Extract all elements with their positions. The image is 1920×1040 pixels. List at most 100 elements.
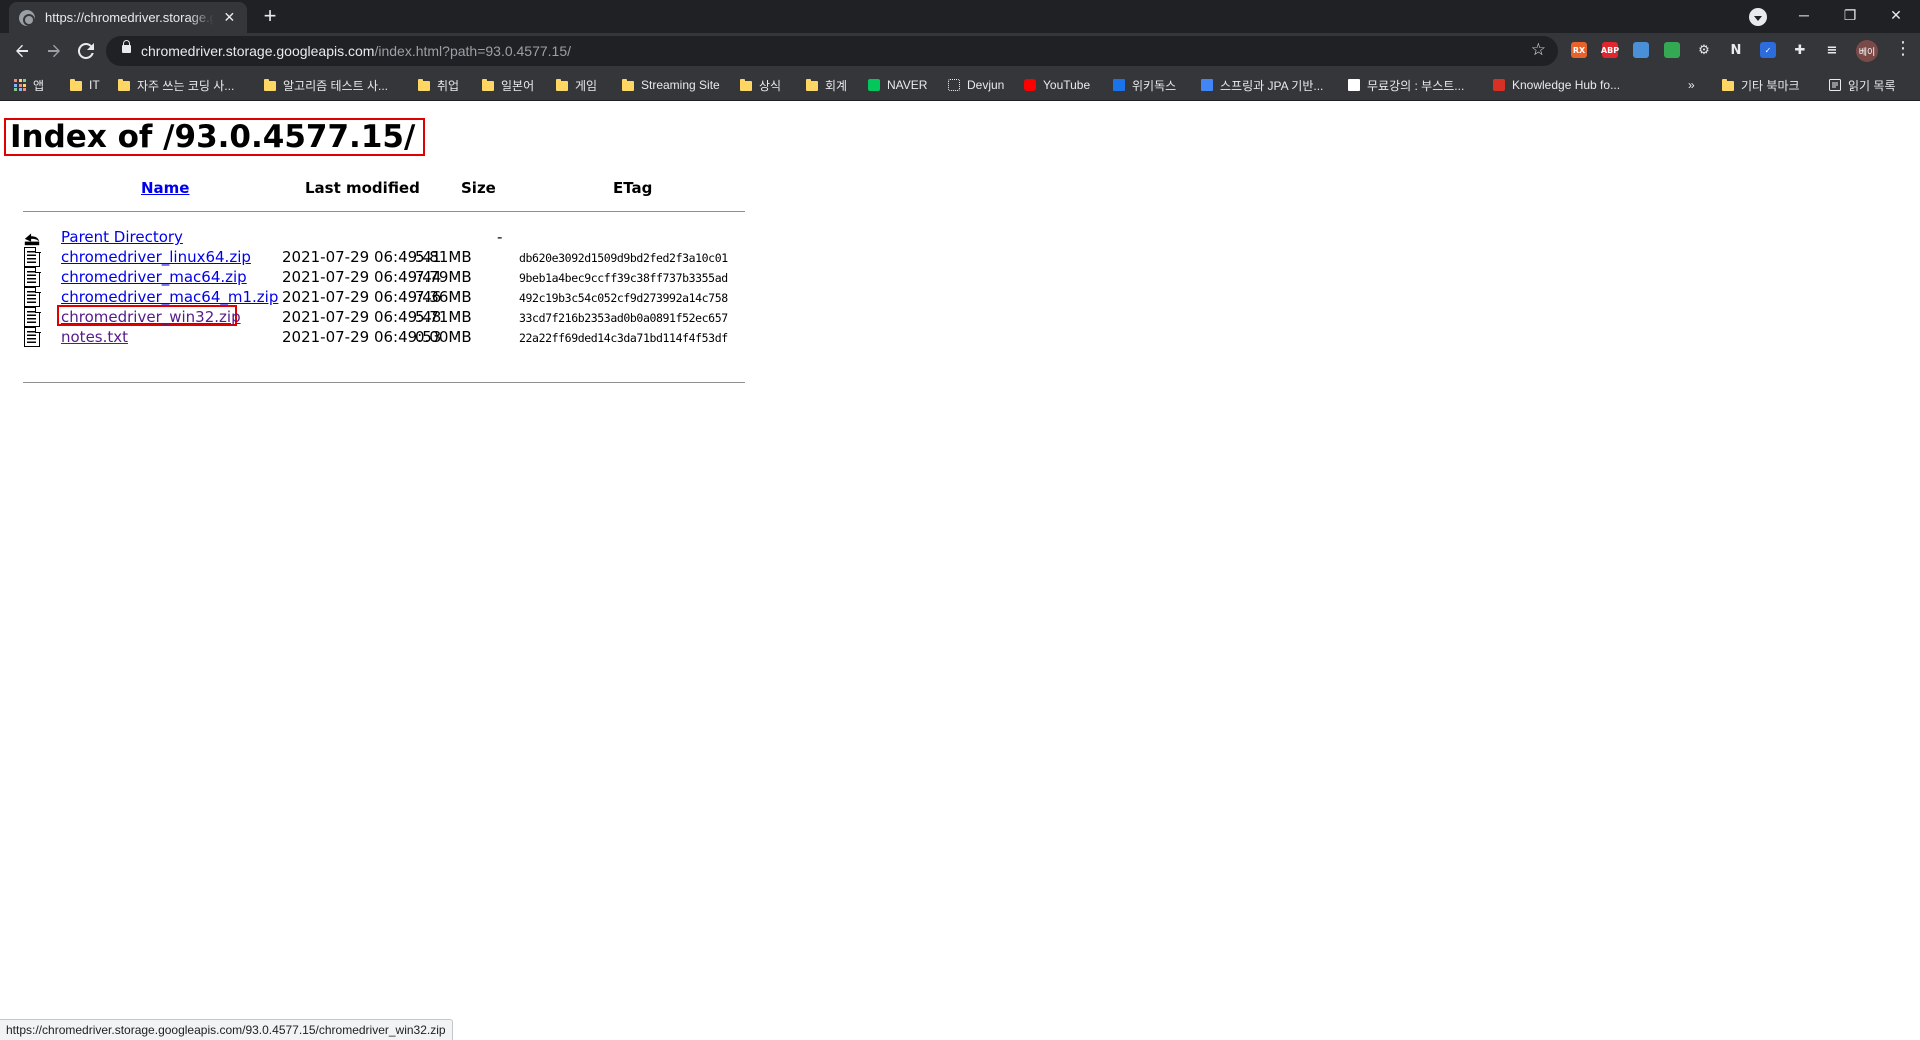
reading-list-button[interactable]: 읽기 목록 <box>1829 69 1896 101</box>
back-folder-icon <box>24 233 40 246</box>
bc-icon <box>1348 79 1360 91</box>
tab-title: https://chromedriver.storage.googleapis.… <box>45 10 214 25</box>
col-name-header[interactable]: Name <box>141 179 189 197</box>
file-icon <box>24 266 41 287</box>
settings-extension-icon[interactable]: ⚙ <box>1696 42 1712 58</box>
forward-button[interactable] <box>40 33 68 69</box>
bookmark-label: 회계 <box>825 78 848 93</box>
file-name-link[interactable]: chromedriver_mac64.zip <box>61 268 247 286</box>
minimize-button[interactable]: ─ <box>1781 0 1827 30</box>
bookmark-folder-3[interactable]: 알고리즘 테스트 사... <box>264 69 388 101</box>
bookmark-folder-1[interactable]: IT <box>70 69 100 101</box>
media-control-icon[interactable]: ≡ <box>1824 42 1840 58</box>
extensions-puzzle-icon[interactable]: ✚ <box>1792 42 1808 58</box>
bookmark-naver-10[interactable]: NAVER <box>868 69 927 101</box>
tab-search-icon[interactable] <box>1749 8 1767 26</box>
file-size: 0.00MB <box>415 328 472 346</box>
bookmark-folder-7[interactable]: Streaming Site <box>622 69 720 101</box>
bookmark-s-16[interactable]: Knowledge Hub fo... <box>1493 69 1620 101</box>
bookmark-folder-2[interactable]: 자주 쓰는 코딩 사... <box>118 69 234 101</box>
bookmark-label: Devjun <box>967 78 1005 92</box>
s-icon <box>1493 79 1505 91</box>
bookmark-folder-6[interactable]: 게임 <box>556 69 597 101</box>
other-bookmarks-label: 기타 북마크 <box>1741 78 1800 93</box>
bookmark-apps-grid-0[interactable]: 앱 <box>14 69 44 101</box>
folder-icon <box>482 79 494 91</box>
adblock-plus-icon[interactable]: ABP <box>1601 42 1619 58</box>
window-close-button[interactable]: ✕ <box>1873 0 1919 30</box>
table-header: Name Last modified Size ETag <box>23 171 745 211</box>
apps-grid-icon <box>14 79 26 91</box>
back-button[interactable] <box>8 33 36 69</box>
browser-toolbar: chromedriver.storage.googleapis.com/inde… <box>0 33 1920 69</box>
file-name-link[interactable]: chromedriver_linux64.zip <box>61 248 251 266</box>
file-etag: 33cd7f216b2353ad0b0a0891f52ec657 <box>519 311 728 325</box>
new-tab-button[interactable]: + <box>257 5 283 28</box>
other-bookmarks-folder[interactable]: 기타 북마크 <box>1722 69 1800 101</box>
file-name-link[interactable]: chromedriver_win32.zip <box>61 308 241 326</box>
bookmark-wikidocs-13[interactable]: 위키독스 <box>1113 69 1176 101</box>
file-etag: 492c19b3c54c052cf9d273992a14c758 <box>519 291 728 305</box>
bookmark-devjun-11[interactable]: Devjun <box>948 69 1004 101</box>
bookmark-label: 상식 <box>759 78 782 93</box>
lock-icon[interactable] <box>122 40 131 53</box>
bookmark-label: Streaming Site <box>641 78 720 92</box>
restore-button[interactable]: ❐ <box>1827 0 1873 30</box>
bookmark-star-icon[interactable]: ☆ <box>1531 40 1546 60</box>
tab-active[interactable]: https://chromedriver.storage.googleapis.… <box>9 2 247 33</box>
reload-button[interactable] <box>72 33 100 69</box>
bookmark-label: 취업 <box>437 78 460 93</box>
bookmark-folder-5[interactable]: 일본어 <box>482 69 534 101</box>
folder-icon <box>806 79 818 91</box>
file-name-link[interactable]: chromedriver_mac64_m1.zip <box>61 288 278 306</box>
file-name-link[interactable]: notes.txt <box>61 328 128 346</box>
bookmark-folder-9[interactable]: 회계 <box>806 69 847 101</box>
avatar[interactable]: 베이 <box>1856 40 1878 62</box>
bookmark-youtube-12[interactable]: YouTube <box>1024 69 1090 101</box>
bookmark-label: 무료강의 : 부스트... <box>1367 78 1465 93</box>
url-text[interactable]: chromedriver.storage.googleapis.com/inde… <box>141 43 571 59</box>
bookmark-label: 일본어 <box>501 78 535 93</box>
rx-extension-icon[interactable]: RX <box>1571 42 1587 58</box>
file-etag: db620e3092d1509d9bd2fed2f3a10c01 <box>519 251 728 265</box>
parent-directory-link[interactable]: Parent Directory <box>61 228 183 246</box>
address-bar[interactable]: chromedriver.storage.googleapis.com/inde… <box>106 36 1558 66</box>
parent-size: - <box>497 228 503 246</box>
bookmark-docs-14[interactable]: 스프링과 JPA 기반... <box>1201 69 1323 101</box>
bookmark-label: 자주 쓰는 코딩 사... <box>137 78 235 93</box>
folder-icon <box>70 79 82 91</box>
youtube-icon <box>1024 79 1036 91</box>
extension-sheets-icon[interactable] <box>1664 42 1680 58</box>
docs-icon <box>1201 79 1213 91</box>
file-rows: Parent Directory - chromedriver_linux64.… <box>23 212 745 382</box>
file-size: 7.79MB <box>415 268 472 286</box>
extension-blue-icon[interactable] <box>1633 42 1649 58</box>
bookmark-label: IT <box>89 78 100 92</box>
file-icon <box>24 326 41 347</box>
bookmark-label: 게임 <box>575 78 598 93</box>
bookmarks-bar: » 기타 북마크 읽기 목록 앱 IT 자주 쓰는 코딩 사... 알고리즘 테스트 … <box>0 69 1920 101</box>
status-bar-url: https://chromedriver.storage.googleapis.… <box>0 1019 453 1040</box>
menu-dots-icon[interactable]: ⋮ <box>1894 33 1912 63</box>
col-size-header: Size <box>461 179 496 197</box>
folder-icon <box>622 79 634 91</box>
tab-close-icon[interactable]: ✕ <box>222 9 237 26</box>
notion-icon[interactable]: N <box>1728 42 1744 58</box>
file-etag: 9beb1a4bec9ccff39c38ff737b3355ad <box>519 271 728 285</box>
divider <box>23 382 745 383</box>
bookmarks-overflow-button[interactable]: » <box>1688 69 1695 101</box>
folder-icon <box>1722 79 1734 91</box>
bookmark-folder-4[interactable]: 취업 <box>418 69 459 101</box>
naver-icon <box>868 79 880 91</box>
folder-icon <box>556 79 568 91</box>
back-arrow-icon <box>16 44 28 58</box>
checkmark-extension-icon[interactable]: ✓ <box>1760 42 1776 58</box>
wikidocs-icon <box>1113 79 1125 91</box>
file-icon <box>24 286 41 307</box>
sort-by-name-link[interactable]: Name <box>141 179 189 197</box>
bookmark-label: 스프링과 JPA 기반... <box>1220 78 1324 93</box>
reading-list-label: 읽기 목록 <box>1848 78 1896 93</box>
bookmark-folder-8[interactable]: 상식 <box>740 69 781 101</box>
file-etag: 22a22ff69ded14c3da71bd114f4f53df <box>519 331 728 345</box>
bookmark-bc-15[interactable]: 무료강의 : 부스트... <box>1348 69 1464 101</box>
